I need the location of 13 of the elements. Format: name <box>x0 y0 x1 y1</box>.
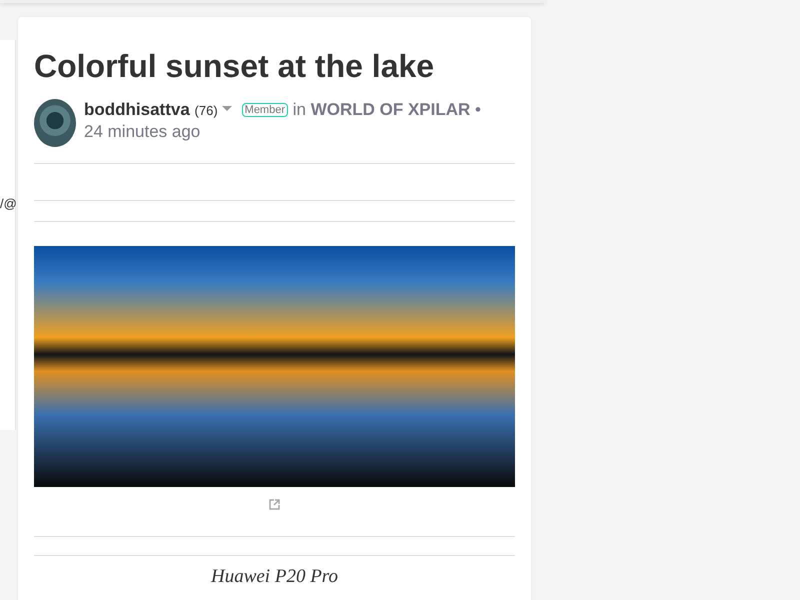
photo-caption: Huawei P20 Pro <box>210 566 339 590</box>
reputation-score: (76) <box>194 103 218 118</box>
in-label: in <box>292 100 306 120</box>
post-time: 24 minutes ago <box>84 121 200 144</box>
side-panel-text: /@ <box>0 195 17 213</box>
avatar[interactable] <box>34 99 76 148</box>
caret-icon[interactable] <box>222 106 232 112</box>
separator: • <box>475 100 481 120</box>
member-badge: Member <box>242 103 288 118</box>
photo-placeholder[interactable] <box>34 246 515 488</box>
community-link[interactable]: WORLD OF XPILAR <box>310 100 470 120</box>
author-link[interactable]: boddhisattva <box>84 100 190 120</box>
post-title: Colorful sunset at the lake <box>34 47 436 86</box>
